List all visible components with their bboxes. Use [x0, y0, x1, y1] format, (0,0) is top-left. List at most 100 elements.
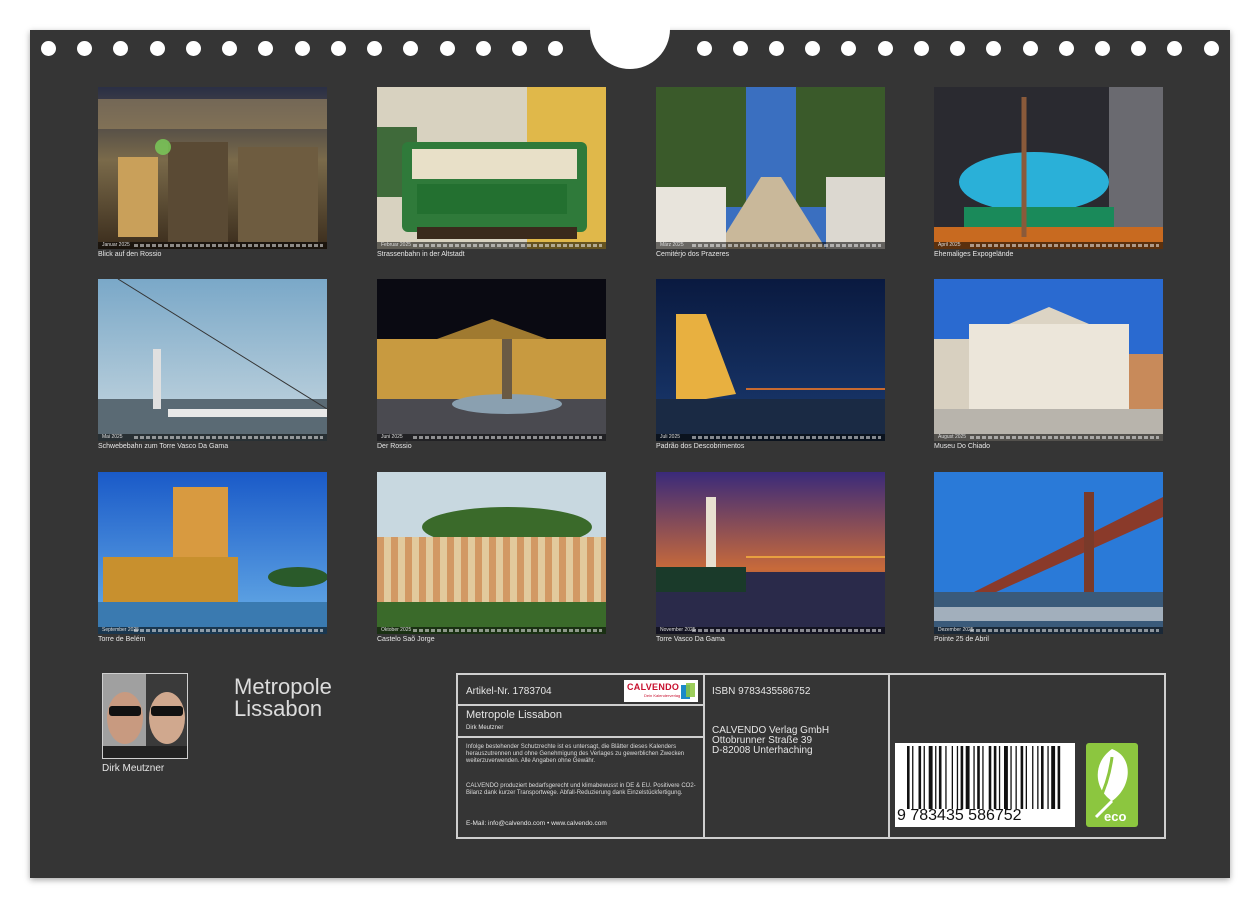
photo-caption: Castelo Saõ Jorge: [377, 636, 435, 643]
month-strip: Januar 2025: [98, 242, 327, 249]
binding-hole: [258, 41, 273, 56]
photo-august: August 2025: [934, 279, 1163, 441]
binding-hole: [150, 41, 165, 56]
binding-hole: [697, 41, 712, 56]
month-strip: Juni 2025: [377, 434, 606, 441]
legal-production-notice: CALVENDO produziert bedarfsgerecht und k…: [466, 783, 696, 796]
author-portrait-image: [103, 674, 187, 758]
month-label: August 2025: [938, 434, 967, 440]
product-info-box: Artikel-Nr. 1783704 CALVENDO Dein Kalend…: [456, 673, 1166, 839]
photo-may: Mai 2025: [98, 279, 327, 441]
photo-image: [656, 87, 885, 249]
month-strip: Oktober 2025: [377, 627, 606, 634]
calendar-title-line2: Lissabon: [234, 696, 323, 721]
barcode-bars: [907, 746, 1061, 809]
info-divider: [703, 675, 705, 837]
binding-hole: [476, 41, 491, 56]
binding-hole: [186, 41, 201, 56]
photo-image: [934, 87, 1163, 249]
month-days: [134, 629, 323, 632]
photo-caption: Strassenbahn in der Altstadt: [377, 251, 465, 258]
photo-caption: Torre Vasco Da Gama: [656, 636, 725, 643]
photo-image: [377, 472, 606, 634]
publisher-logo-tagline: Dein Kalenderverlag: [644, 693, 681, 698]
month-days: [413, 244, 602, 247]
publisher-logo: CALVENDO Dein Kalenderverlag: [624, 680, 698, 702]
barcode-panel: 9 783435 586752 eco: [890, 675, 1166, 837]
month-strip: März 2025: [656, 242, 885, 249]
month-strip: April 2025: [934, 242, 1163, 249]
month-strip: September 2025: [98, 627, 327, 634]
month-days: [413, 436, 602, 439]
photo-image: [934, 279, 1163, 441]
month-strip: Mai 2025: [98, 434, 327, 441]
month-label: März 2025: [660, 242, 684, 248]
photo-caption: Padrão dos Descobrimentos: [656, 443, 745, 450]
binding-hole: [733, 41, 748, 56]
photo-image: [98, 472, 327, 634]
binding-hole: [222, 41, 237, 56]
calendar-title-line1: Metropole: [234, 674, 332, 699]
month-label: Juni 2025: [381, 434, 403, 440]
binding-hole: [1023, 41, 1038, 56]
photo-image: [98, 279, 327, 441]
binding-hole: [878, 41, 893, 56]
month-label: Dezember 2025: [938, 627, 974, 633]
calendar-title: Metropole Lissabon: [234, 676, 414, 720]
photo-caption: Der Rossio: [377, 443, 412, 450]
isbn-barcode: 9 783435 586752: [895, 743, 1075, 827]
month-days: [692, 629, 881, 632]
photo-december: Dezember 2025: [934, 472, 1163, 634]
legal-copyright-notice: Infolge bestehender Schutzrechte ist es …: [466, 744, 685, 764]
info-hline: [458, 736, 703, 738]
month-days: [970, 244, 1159, 247]
article-number: Artikel-Nr. 1783704: [466, 686, 552, 697]
binding-hole: [548, 41, 563, 56]
barcode-digits: 9 783435 586752: [895, 806, 1075, 826]
binding-hole: [1131, 41, 1146, 56]
photo-caption: Ehemaliges Expogelände: [934, 251, 1014, 258]
month-strip: Dezember 2025: [934, 627, 1163, 634]
publisher-city: D-82008 Unterhaching: [712, 745, 813, 756]
photo-january: Januar 2025: [98, 87, 327, 249]
month-days: [413, 629, 602, 632]
binding-hole: [805, 41, 820, 56]
photo-caption: Pointe 25 de Abril: [934, 636, 989, 643]
month-label: Februar 2025: [381, 242, 412, 248]
month-strip: Juli 2025: [656, 434, 885, 441]
photo-caption: Blick auf den Rossio: [98, 251, 162, 258]
photo-image: [656, 472, 885, 634]
product-author: Dirk Meutzner: [466, 725, 504, 731]
photo-image: [98, 87, 327, 249]
barcode-digits-text: 9 783435 586752: [897, 807, 1022, 824]
photo-caption: Museu Do Chiado: [934, 443, 991, 450]
month-label: Juli 2025: [660, 434, 681, 440]
photo-image: [377, 87, 606, 249]
month-strip: August 2025: [934, 434, 1163, 441]
photo-caption: Cemitérjo dos Prazeres: [656, 251, 730, 258]
month-days: [692, 436, 881, 439]
binding-hole: [77, 41, 92, 56]
photo-june: Juni 2025: [377, 279, 606, 441]
contact-line: E-Mail: info@calvendo.com • www.calvendo…: [466, 820, 607, 827]
photo-november: November 2025: [656, 472, 885, 634]
publisher-logo-name: CALVENDO: [627, 682, 680, 692]
author-name: Dirk Meutzner: [102, 763, 165, 774]
month-days: [134, 436, 323, 439]
binding-hole: [295, 41, 310, 56]
month-strip: November 2025: [656, 627, 885, 634]
binding-hole: [1167, 41, 1182, 56]
photo-april: April 2025: [934, 87, 1163, 249]
month-days: [970, 629, 1159, 632]
month-label: Oktober 2025: [381, 627, 412, 633]
info-hline: [458, 704, 703, 706]
binding-hole: [841, 41, 856, 56]
photo-caption: Schwebebahn zum Torre Vasco Da Gama: [98, 443, 229, 450]
binding-hole: [440, 41, 455, 56]
photo-caption: Torre de Belém: [98, 636, 146, 643]
month-days: [134, 244, 323, 247]
hanger-notch: [590, 0, 670, 69]
month-days: [692, 244, 881, 247]
eco-label: eco: [1104, 809, 1127, 824]
binding-hole: [914, 41, 929, 56]
